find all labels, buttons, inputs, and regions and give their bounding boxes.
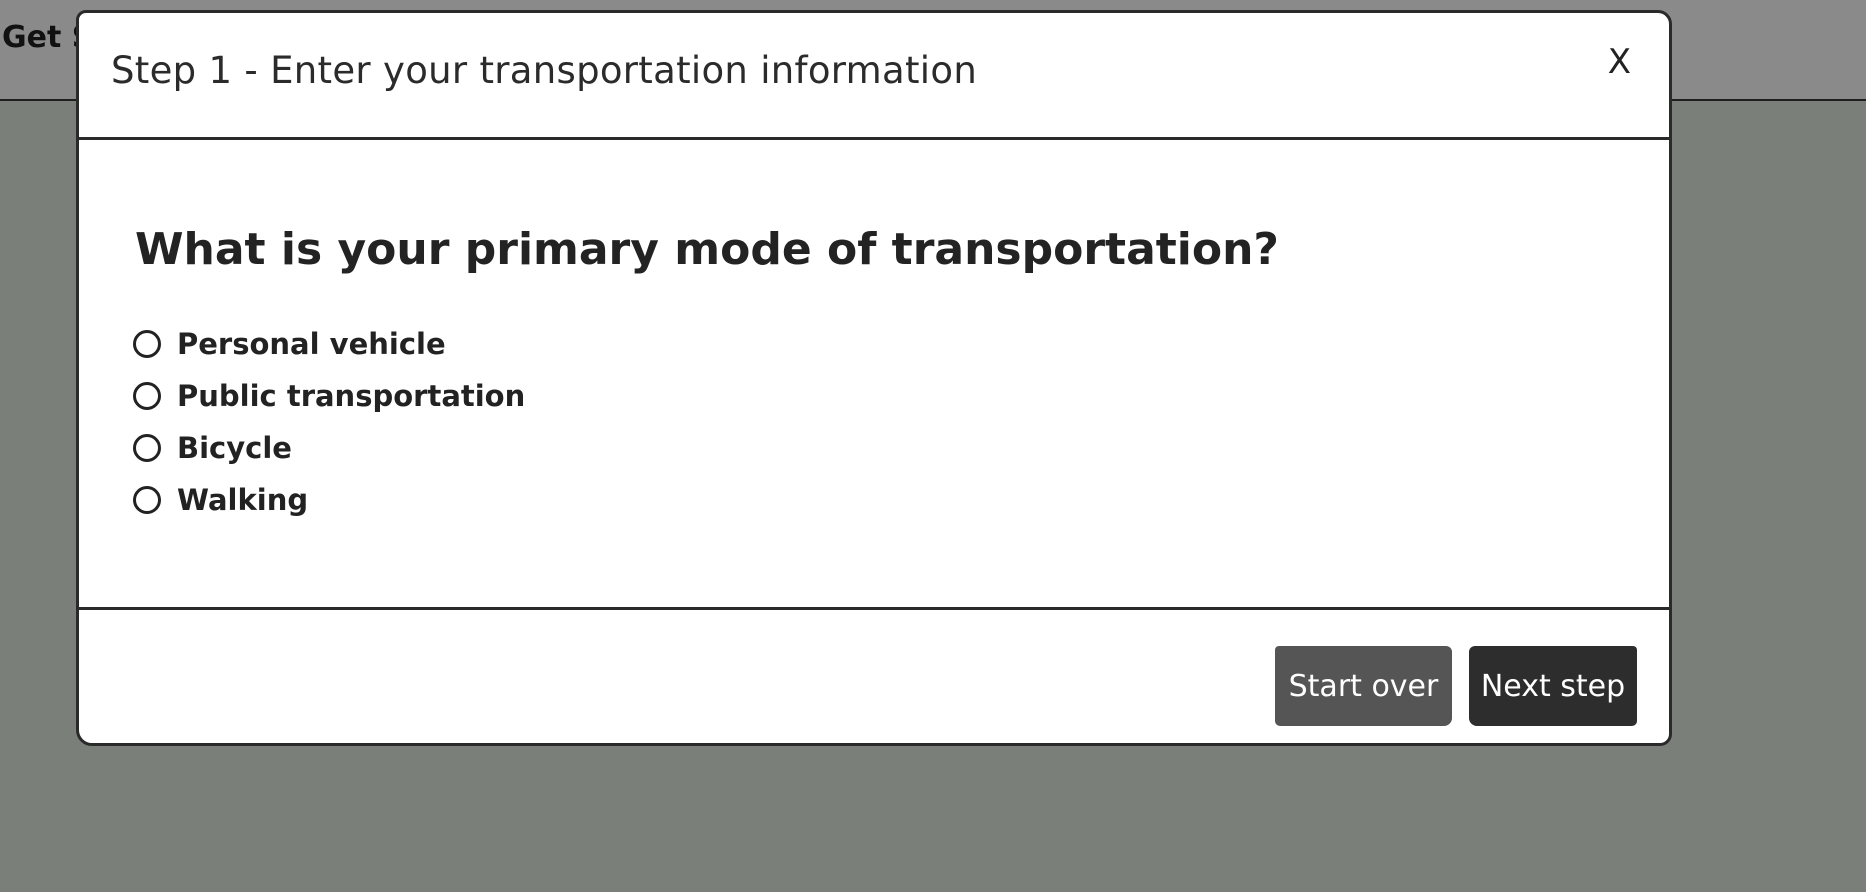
question-heading: What is your primary mode of transportat…	[135, 224, 1279, 275]
option-label: Public transportation	[177, 379, 526, 413]
radio-button[interactable]	[133, 330, 161, 358]
modal-title: Step 1 - Enter your transportation infor…	[111, 49, 978, 92]
modal-header: Step 1 - Enter your transportation infor…	[79, 13, 1669, 140]
start-over-button[interactable]: Start over	[1275, 646, 1452, 726]
option-bicycle[interactable]: Bicycle	[133, 422, 525, 474]
option-label: Personal vehicle	[177, 327, 446, 361]
option-label: Walking	[177, 483, 309, 517]
next-step-button[interactable]: Next step	[1469, 646, 1637, 726]
radio-button[interactable]	[133, 434, 161, 462]
radio-button[interactable]	[133, 382, 161, 410]
option-walking[interactable]: Walking	[133, 474, 525, 526]
option-label: Bicycle	[177, 431, 292, 465]
modal-body: What is your primary mode of transportat…	[79, 140, 1669, 610]
transportation-modal: Step 1 - Enter your transportation infor…	[76, 10, 1672, 746]
modal-footer: Start over Next step	[79, 610, 1669, 743]
option-personal-vehicle[interactable]: Personal vehicle	[133, 318, 525, 370]
close-button[interactable]: X	[1608, 45, 1631, 79]
option-public-transportation[interactable]: Public transportation	[133, 370, 525, 422]
transportation-options: Personal vehicle Public transportation B…	[133, 318, 525, 526]
radio-button[interactable]	[133, 486, 161, 514]
